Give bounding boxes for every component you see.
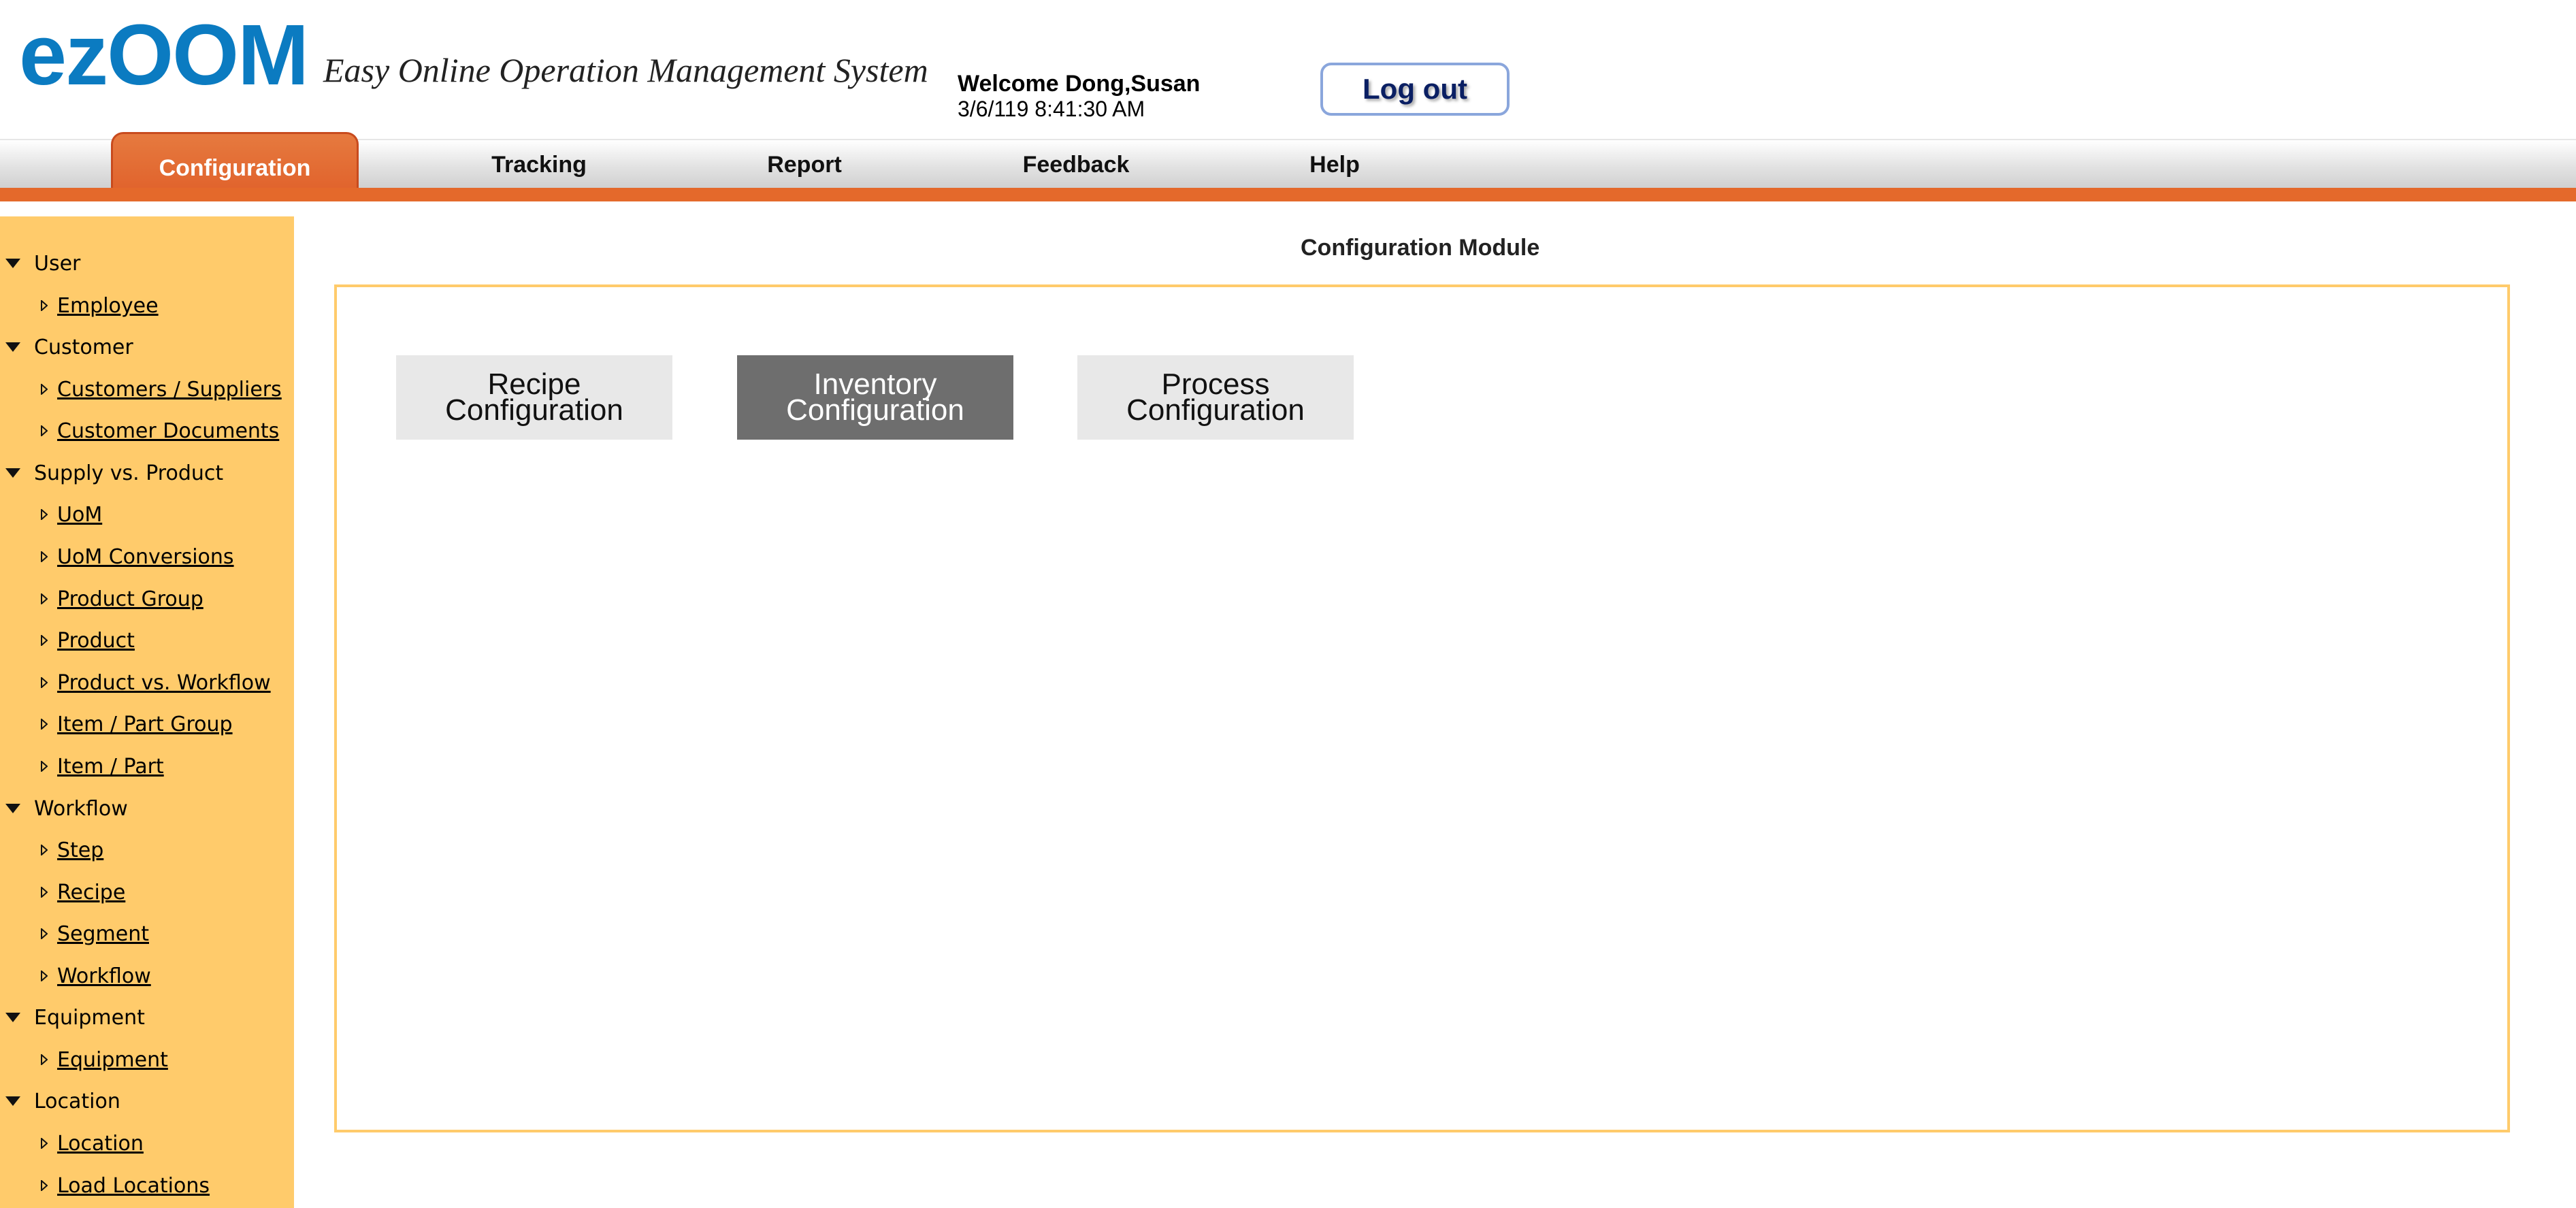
collapsed-triangle-icon: [41, 635, 48, 646]
tree-group-label: Workflow: [34, 796, 128, 821]
expanded-triangle-icon: [5, 1013, 20, 1022]
tree-group-supply-vs-product[interactable]: Supply vs. Product: [0, 456, 294, 490]
logout-button[interactable]: Log out: [1320, 63, 1510, 116]
inventory-configuration-button[interactable]: Inventory Configuration: [737, 355, 1013, 440]
button-label-line2: Configuration: [1126, 393, 1305, 427]
collapsed-triangle-icon: [41, 1180, 48, 1191]
tree-item-label[interactable]: Equipment: [57, 1048, 168, 1072]
tree-item-item-part-group[interactable]: Item / Part Group: [0, 707, 294, 741]
process-configuration-button[interactable]: Process Configuration: [1077, 355, 1354, 440]
expanded-triangle-icon: [5, 468, 20, 478]
tree-group-label: Location: [34, 1089, 120, 1113]
tree-item-employee[interactable]: Employee: [0, 289, 294, 323]
collapsed-triangle-icon: [41, 593, 48, 604]
tree-group-user[interactable]: User: [0, 246, 294, 280]
collapsed-triangle-icon: [41, 1138, 48, 1149]
tree-item-label[interactable]: Product Group: [57, 587, 203, 611]
button-label-line2: Configuration: [786, 393, 964, 427]
collapsed-triangle-icon: [41, 509, 48, 520]
tree-item-product[interactable]: Product: [0, 623, 294, 657]
recipe-configuration-button[interactable]: Recipe Configuration: [396, 355, 672, 440]
collapsed-triangle-icon: [41, 719, 48, 730]
tree-group-location[interactable]: Location: [0, 1084, 294, 1118]
main-nav: Configuration Tracking Report Feedback H…: [0, 132, 2576, 197]
tab-help[interactable]: Help: [1267, 140, 1403, 189]
tree-item-label[interactable]: Workflow: [57, 964, 151, 988]
tree-item-uom-conversions[interactable]: UoM Conversions: [0, 540, 294, 574]
tree-item-step[interactable]: Step: [0, 833, 294, 867]
expanded-triangle-icon: [5, 342, 20, 352]
tree-item-product-vs-workflow[interactable]: Product vs. Workflow: [0, 666, 294, 700]
collapsed-triangle-icon: [41, 677, 48, 688]
tree-group-label: User: [34, 251, 81, 276]
tree-item-product-group[interactable]: Product Group: [0, 582, 294, 616]
expanded-triangle-icon: [5, 1096, 20, 1106]
tree-item-uom[interactable]: UoM: [0, 497, 294, 532]
collapsed-triangle-icon: [41, 970, 48, 981]
nav-accent-stripe: [0, 188, 2576, 201]
collapsed-triangle-icon: [41, 425, 48, 436]
tree-item-label[interactable]: Product vs. Workflow: [57, 671, 271, 695]
tree-item-segment[interactable]: Segment: [0, 917, 294, 951]
tree-item-workflow[interactable]: Workflow: [0, 959, 294, 993]
sidebar-tree: User Employee Customer Customers / Suppl…: [0, 216, 294, 1208]
tree-item-label[interactable]: Segment: [57, 922, 149, 946]
tree-item-customer-documents[interactable]: Customer Documents: [0, 414, 294, 448]
collapsed-triangle-icon: [41, 845, 48, 855]
collapsed-triangle-icon: [41, 551, 48, 562]
collapsed-triangle-icon: [41, 384, 48, 395]
tree-item-label[interactable]: Employee: [57, 294, 159, 318]
expanded-triangle-icon: [5, 804, 20, 813]
tree-group-workflow[interactable]: Workflow: [0, 791, 294, 826]
tree-item-label[interactable]: Load Locations: [57, 1174, 210, 1198]
collapsed-triangle-icon: [41, 1054, 48, 1065]
tree-item-item-part[interactable]: Item / Part: [0, 749, 294, 783]
button-label-line2: Configuration: [445, 393, 623, 427]
collapsed-triangle-icon: [41, 887, 48, 898]
tree-item-load-locations[interactable]: Load Locations: [0, 1169, 294, 1203]
collapsed-triangle-icon: [41, 300, 48, 311]
tree-item-location[interactable]: Location: [0, 1126, 294, 1160]
tab-feedback[interactable]: Feedback: [1008, 140, 1144, 189]
expanded-triangle-icon: [5, 259, 20, 268]
tree-item-label[interactable]: Customers / Suppliers: [57, 378, 282, 402]
tree-item-label[interactable]: Location: [57, 1132, 144, 1156]
tree-item-customers-suppliers[interactable]: Customers / Suppliers: [0, 372, 294, 406]
tree-item-recipe[interactable]: Recipe: [0, 875, 294, 909]
app-logo: ezOOM: [19, 7, 309, 103]
tree-item-equipment[interactable]: Equipment: [0, 1043, 294, 1077]
collapsed-triangle-icon: [41, 761, 48, 772]
page-title: Configuration Module: [1301, 235, 1540, 261]
app-tagline: Easy Online Operation Management System: [323, 51, 928, 89]
tab-report[interactable]: Report: [736, 140, 873, 189]
tree-item-label[interactable]: Customer Documents: [57, 419, 279, 443]
tree-item-label[interactable]: Item / Part Group: [57, 713, 233, 736]
collapsed-triangle-icon: [41, 928, 48, 939]
tree-group-label: Equipment: [34, 1005, 145, 1030]
login-timestamp: 3/6/119 8:41:30 AM: [958, 97, 1145, 121]
tree-group-label: Customer: [34, 335, 133, 359]
tree-item-label[interactable]: Step: [57, 838, 103, 862]
tree-group-customer[interactable]: Customer: [0, 330, 294, 364]
welcome-text: Welcome Dong,Susan: [958, 71, 1201, 97]
tree-group-equipment[interactable]: Equipment: [0, 1000, 294, 1034]
tree-group-label: Supply vs. Product: [34, 461, 224, 485]
tree-item-label[interactable]: UoM Conversions: [57, 545, 234, 569]
tree-item-label[interactable]: Recipe: [57, 881, 125, 904]
tree-item-label[interactable]: Item / Part: [57, 755, 164, 779]
tab-tracking[interactable]: Tracking: [471, 140, 607, 189]
tree-item-label[interactable]: UoM: [57, 503, 102, 527]
tree-item-label[interactable]: Product: [57, 629, 135, 653]
